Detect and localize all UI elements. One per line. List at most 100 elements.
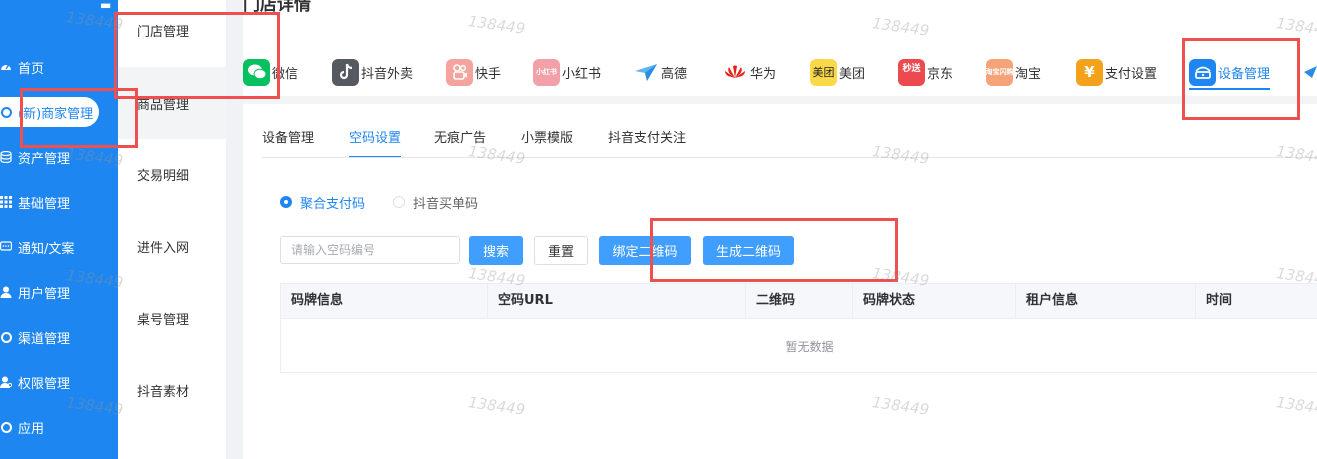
subnav-item-transactions[interactable]: 交易明细 [118, 138, 226, 210]
section-divider [243, 96, 1317, 104]
platform-tab-douyin[interactable]: 抖音外卖 [332, 50, 413, 94]
sidebar-item-basic[interactable]: 基础管理 [0, 187, 118, 217]
reset-button[interactable]: 重置 [534, 236, 588, 265]
subnav-item-label: 进件入网 [137, 240, 190, 256]
payment-settings-icon: ¥ [1076, 58, 1103, 86]
circle-icon [0, 421, 12, 433]
sidebar-item-label: 基础管理 [18, 196, 71, 212]
subnav-item-label: 商品管理 [137, 97, 190, 113]
radio-dot [393, 196, 406, 208]
radio-aggregate-pay-code[interactable]: 聚合支付码 [280, 193, 365, 212]
column-header: 二维码 [746, 284, 853, 319]
column-header: 码牌状态 [853, 284, 1016, 319]
sidebar-item-label: (新)商家管理 [18, 106, 94, 122]
subnav-item-douyin-assets[interactable]: 抖音素材 [118, 354, 226, 426]
shield-user-icon [0, 376, 12, 388]
page-title: 门店详情 [243, 0, 311, 15]
empty-code-table: 码牌信息 空码URL 二维码 码牌状态 租户信息 时间 暂无数据 [280, 283, 1317, 373]
database-icon [0, 151, 12, 163]
platform-tab-wechat[interactable]: 微信 [243, 50, 298, 94]
sidebar-item-label: 应用 [18, 421, 45, 437]
sidebar-item-label: 权限管理 [18, 376, 71, 392]
table-header: 码牌信息 空码URL 二维码 码牌状态 租户信息 时间 [281, 284, 1317, 319]
sidebar-item-label: 首页 [18, 61, 45, 77]
empty-code-search-input[interactable] [280, 236, 460, 264]
platform-tab-huawei[interactable]: 华为 [721, 50, 776, 94]
tab-douyin-pay-follow[interactable]: 抖音支付关注 [608, 124, 686, 158]
sidebar-item-assets[interactable]: 资产管理 [0, 142, 118, 172]
xiaohongshu-icon: 小红书 [533, 58, 560, 86]
search-button[interactable]: 搜索 [469, 236, 523, 265]
dashboard-icon [0, 61, 12, 73]
sidebar-item-notice[interactable]: 通知/文案 [0, 232, 118, 262]
platform-tab-label: 支付设置 [1105, 66, 1158, 82]
radio-label: 抖音买单码 [413, 196, 479, 212]
subnav-item-onboarding[interactable]: 进件入网 [118, 210, 226, 282]
user-icon [0, 286, 12, 298]
sidebar-item-apps[interactable]: 应用 [0, 412, 118, 442]
jd-icon: 秒送 [898, 58, 925, 86]
sidebar-item-label: 资产管理 [18, 151, 71, 167]
code-type-radio-group: 聚合支付码 抖音买单码 [280, 192, 506, 212]
subnav-item-tables[interactable]: 桌号管理 [118, 282, 226, 354]
platform-tab-label: 设备管理 [1218, 66, 1271, 82]
platform-tab-label: 京东 [927, 66, 954, 82]
subnav-item-label: 交易明细 [137, 168, 190, 184]
platform-tabs: 微信 抖音外卖 快手 小红书 小红书 高德 华为 美团 美团 秒送 京东 淘宝闪… [243, 50, 1317, 94]
kuaishou-icon [446, 58, 473, 86]
huawei-icon [721, 58, 748, 86]
platform-tab-device[interactable]: 设备管理 [1189, 50, 1271, 94]
radio-label: 聚合支付码 [300, 196, 366, 212]
platform-tab-meituan[interactable]: 美团 美团 [810, 50, 865, 94]
main-sidebar: ▬ 首页 (新)商家管理 资产管理 基础管理 通知/文案 用户管理 渠道管理 权… [0, 0, 118, 459]
platform-tab-label: 微信 [272, 66, 299, 82]
sidebar-item-channels[interactable]: 渠道管理 [0, 322, 118, 352]
platform-tab-label: 抖音外卖 [361, 66, 414, 82]
column-header: 码牌信息 [281, 284, 488, 319]
platform-tab-xiaohongshu[interactable]: 小红书 小红书 [533, 50, 601, 94]
taobao-icon: 淘宝闪购 [986, 58, 1013, 86]
platform-tab-label: 美团 [839, 66, 866, 82]
sidebar-logo-fragment: ▬ [100, 0, 112, 10]
tab-receipt-template[interactable]: 小票模版 [521, 124, 573, 158]
platform-tab-label: 小红书 [562, 66, 602, 82]
generate-qr-button[interactable]: 生成二维码 [703, 236, 794, 265]
radio-douyin-pay-code[interactable]: 抖音买单码 [393, 193, 478, 212]
sidebar-item-merchant[interactable]: (新)商家管理 [0, 97, 118, 127]
tabs-underline [262, 157, 1317, 158]
subnav-item-label: 抖音素材 [137, 384, 190, 400]
platform-tab-label: 淘宝 [1015, 66, 1042, 82]
column-header: 空码URL [488, 284, 746, 319]
tab-device-management[interactable]: 设备管理 [262, 124, 314, 158]
meituan-icon: 美团 [810, 58, 837, 86]
column-header: 租户信息 [1016, 284, 1196, 319]
bind-qr-button[interactable]: 绑定二维码 [599, 236, 691, 265]
circle-icon [0, 106, 12, 118]
sidebar-item-label: 用户管理 [18, 286, 71, 302]
column-header: 时间 [1206, 293, 1233, 308]
subnav-item-label: 门店管理 [137, 24, 190, 40]
platform-tab-label: 华为 [750, 66, 777, 82]
platform-tab-jd[interactable]: 秒送 京东 [898, 50, 953, 94]
tab-empty-code[interactable]: 空码设置 [349, 124, 402, 158]
tab-traceless-ad[interactable]: 无痕广告 [434, 124, 486, 158]
platform-tab-kuaishou[interactable]: 快手 [446, 50, 501, 94]
subnav-item-store[interactable]: 门店管理 [118, 0, 226, 60]
platform-tab-amap[interactable]: 高德 [632, 50, 687, 94]
empty-state-text: 暂无数据 [785, 339, 834, 354]
platform-tab-taobao[interactable]: 淘宝闪购 淘宝 [986, 50, 1041, 94]
subnav-item-goods[interactable]: 商品管理 [118, 67, 226, 139]
sidebar-item-label: 通知/文案 [18, 241, 75, 257]
sidebar-item-users[interactable]: 用户管理 [0, 277, 118, 307]
sidebar-item-permissions[interactable]: 权限管理 [0, 367, 118, 397]
circle-icon [0, 331, 12, 343]
sidebar-item-home[interactable]: 首页 [0, 52, 118, 82]
grid-icon [0, 196, 12, 208]
sidebar-item-label: 渠道管理 [18, 331, 71, 347]
douyin-icon [332, 58, 359, 86]
platform-tab-label: 快手 [475, 66, 502, 82]
main-content: 门店详情 微信 抖音外卖 快手 小红书 小红书 高德 华为 美团 美团 秒送 京… [243, 0, 1317, 459]
platform-tab-payment[interactable]: ¥ 支付设置 [1076, 50, 1157, 94]
platform-tab-label: 高德 [661, 66, 688, 82]
platform-tab-overflow[interactable] [1303, 50, 1317, 94]
